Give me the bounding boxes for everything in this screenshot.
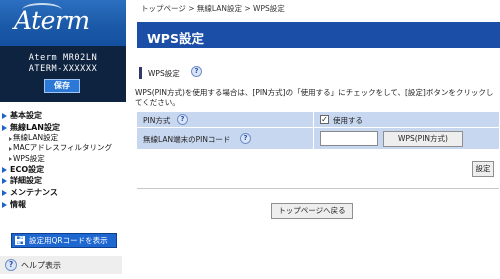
- help-icon: ?: [5, 259, 17, 271]
- breadcrumb: トップページ > 無線LAN設定 > WPS設定: [141, 4, 285, 13]
- pin-code-help-icon[interactable]: ?: [240, 133, 251, 144]
- nav-arrow-icon: [2, 189, 7, 196]
- nav-item-eco[interactable]: ECO設定: [0, 164, 126, 176]
- nav-sub-label: MACアドレスフィルタリング: [13, 143, 113, 153]
- nav-item-label: 情報: [10, 199, 26, 209]
- main-content: トップページ > 無線LAN設定 > WPS設定 WPS設定 WPS設定 ? W…: [133, 0, 500, 279]
- nav-arrow-icon: [2, 201, 7, 208]
- qr-button-label: 設定用QRコードを表示: [29, 236, 108, 245]
- nav-sub-label: WPS設定: [13, 153, 45, 163]
- section-title: WPS設定: [148, 69, 180, 78]
- brand-logo-panel: Aterm: [0, 0, 126, 46]
- nav-item-basic[interactable]: 基本設定: [0, 110, 126, 122]
- nav-item-label: 無線LAN設定: [10, 122, 60, 132]
- pin-method-label: PIN方式: [143, 116, 171, 125]
- save-button[interactable]: 保存: [44, 79, 80, 93]
- divider: [137, 188, 499, 189]
- section-marker: [139, 67, 142, 79]
- pin-code-input[interactable]: [320, 131, 378, 146]
- pin-method-option-label: 使用する: [333, 116, 363, 125]
- nav-bullet-icon: [9, 157, 12, 162]
- nav-item-info[interactable]: 情報: [0, 199, 126, 211]
- nav-sub-wps[interactable]: WPS設定: [0, 154, 126, 164]
- help-toggle[interactable]: ? ヘルプ表示: [0, 256, 122, 274]
- wps-pin-button[interactable]: WPS(PIN方式): [383, 131, 463, 147]
- nav-item-maintenance[interactable]: メンテナンス: [0, 187, 126, 199]
- nav-arrow-icon: [2, 166, 7, 173]
- pin-method-help-icon[interactable]: ?: [177, 114, 188, 125]
- page-header: WPS設定: [137, 22, 500, 48]
- page-description: WPS(PIN方式)を使用する場合は、[PIN方式]の「使用する」にチェックをし…: [135, 88, 494, 107]
- pin-code-label: 無線LAN端末のPINコード: [143, 135, 231, 144]
- nav-sub-wireless-lan[interactable]: 無線LAN設定: [0, 133, 126, 143]
- table-row-pin-method: PIN方式 ? ✓ 使用する: [137, 112, 499, 128]
- sidebar-nav: 基本設定 無線LAN設定 無線LAN設定 MACアドレスフィルタリング WPS設…: [0, 110, 126, 210]
- pin-method-checkbox[interactable]: ✓: [320, 115, 329, 124]
- nav-arrow-icon: [2, 124, 7, 131]
- nav-sub-label: 無線LAN設定: [13, 133, 59, 143]
- qr-code-icon: ▪▫ ▫▪: [15, 235, 25, 246]
- nav-item-wireless-lan[interactable]: 無線LAN設定: [0, 122, 126, 134]
- nav-arrow-icon: [2, 113, 7, 119]
- device-info-panel: Aterm MR02LN ATERM-XXXXXX 保存: [0, 46, 126, 102]
- back-to-top-button[interactable]: トップページへ戻る: [271, 203, 353, 219]
- settings-table: PIN方式 ? ✓ 使用する 無線LAN端末のPINコード ? WPS(PIN方…: [137, 112, 499, 150]
- section-help-icon[interactable]: ?: [191, 66, 202, 77]
- nav-bullet-icon: [9, 136, 12, 141]
- nav-item-label: メンテナンス: [10, 187, 58, 197]
- sidebar: Aterm Aterm MR02LN ATERM-XXXXXX 保存 基本設定 …: [0, 0, 126, 279]
- page-title: WPS設定: [147, 31, 204, 46]
- brand-logo: Aterm: [14, 6, 90, 35]
- device-model: Aterm MR02LN: [28, 53, 98, 63]
- pin-code-value-cell: WPS(PIN方式): [313, 128, 499, 149]
- table-row-pin-code: 無線LAN端末のPINコード ? WPS(PIN方式): [137, 128, 499, 150]
- nav-item-label: ECO設定: [10, 164, 45, 174]
- help-label: ヘルプ表示: [21, 261, 61, 270]
- show-qr-code-button[interactable]: ▪▫ ▫▪ 設定用QRコードを表示: [11, 233, 117, 248]
- nav-bullet-icon: [9, 146, 12, 151]
- apply-settings-button[interactable]: 設定: [472, 161, 494, 177]
- nav-arrow-icon: [2, 178, 7, 185]
- nav-sub-mac-filter[interactable]: MACアドレスフィルタリング: [0, 143, 126, 153]
- pin-method-value-cell: ✓ 使用する: [313, 112, 499, 127]
- nav-item-label: 詳細設定: [10, 176, 42, 186]
- device-ssid: ATERM-XXXXXX: [28, 64, 98, 74]
- nav-item-label: 基本設定: [10, 111, 42, 120]
- nav-item-advanced[interactable]: 詳細設定: [0, 175, 126, 187]
